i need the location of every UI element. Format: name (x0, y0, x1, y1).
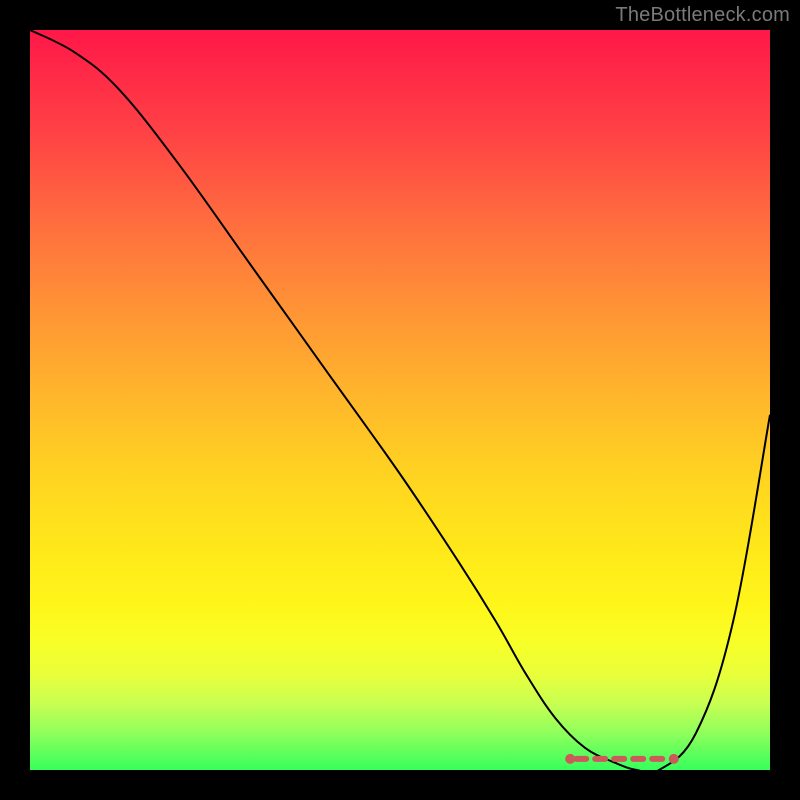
plot-area (30, 30, 770, 770)
chart-curve (30, 30, 770, 770)
watermark-text: TheBottleneck.com (615, 4, 790, 27)
